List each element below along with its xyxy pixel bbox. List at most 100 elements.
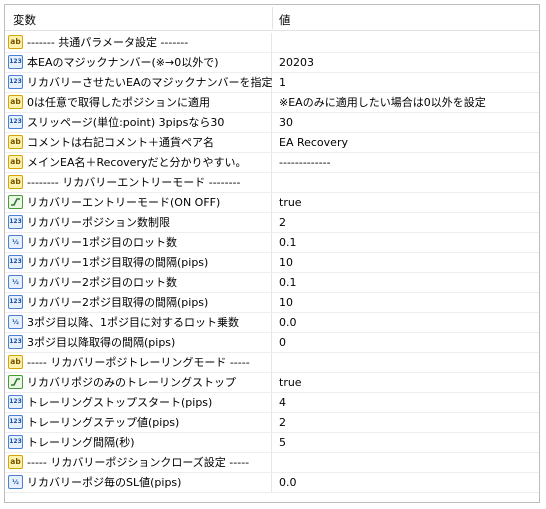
- value-cell[interactable]: 1: [279, 73, 286, 92]
- variable-name: ------- 共通パラメータ設定 -------: [27, 36, 189, 49]
- value-cell[interactable]: 0.1: [279, 233, 297, 252]
- value-cell[interactable]: 30: [279, 113, 293, 132]
- variable-name: リカバリポジのみのトレーリングストップ: [27, 376, 236, 389]
- table-row[interactable]: ab メインEA名＋Recoveryだと分かりやすい。 -------------: [5, 153, 539, 173]
- boolean-type-icon: [8, 195, 23, 209]
- table-row[interactable]: 123 トレーリング間隔(秒) 5: [5, 433, 539, 453]
- table-row[interactable]: 123 トレーリングストップスタート(pips) 4: [5, 393, 539, 413]
- variable-cell: 123 リカバリー2ポジ目取得の間隔(pips): [5, 293, 272, 312]
- variable-cell: リカバリポジのみのトレーリングストップ: [5, 373, 272, 392]
- value-cell[interactable]: 4: [279, 393, 286, 412]
- value-cell[interactable]: 20203: [279, 53, 314, 72]
- variable-name: リカバリー1ポジ目取得の間隔(pips): [27, 256, 209, 269]
- variable-name: 0は任意で取得したポジションに適用: [27, 96, 210, 109]
- table-row[interactable]: ½ リカバリー1ポジ目のロット数 0.1: [5, 233, 539, 253]
- table-row[interactable]: ½ リカバリーポジ毎のSL値(pips) 0.0: [5, 473, 539, 493]
- table-row[interactable]: 123 リカバリーさせたいEAのマジックナンバーを指定 1: [5, 73, 539, 93]
- value-cell[interactable]: true: [279, 373, 302, 392]
- string-type-icon: ab: [8, 155, 23, 169]
- variable-cell: 123 リカバリーさせたいEAのマジックナンバーを指定: [5, 73, 272, 92]
- table-row[interactable]: 123 3ポジ目以降取得の間隔(pips) 0: [5, 333, 539, 353]
- variable-cell: 123 本EAのマジックナンバー(※→0以外で): [5, 53, 272, 72]
- variable-cell: 123 トレーリングステップ値(pips): [5, 413, 272, 432]
- table-row[interactable]: 123 本EAのマジックナンバー(※→0以外で) 20203: [5, 53, 539, 73]
- table-row[interactable]: ab ------- 共通パラメータ設定 -------: [5, 33, 539, 53]
- table-row[interactable]: リカバリポジのみのトレーリングストップ true: [5, 373, 539, 393]
- variable-name: トレーリングステップ値(pips): [27, 416, 180, 429]
- variable-cell: ab ------- 共通パラメータ設定 -------: [5, 33, 272, 52]
- variable-name: 本EAのマジックナンバー(※→0以外で): [27, 56, 219, 69]
- column-divider[interactable]: [272, 7, 273, 29]
- value-cell[interactable]: -------------: [279, 153, 331, 172]
- value-cell[interactable]: 0.0: [279, 473, 297, 492]
- value-cell[interactable]: 2: [279, 213, 286, 232]
- table-row[interactable]: ab ----- リカバリーポジションクローズ設定 -----: [5, 453, 539, 473]
- variable-cell: ½ リカバリーポジ毎のSL値(pips): [5, 473, 272, 492]
- variable-name: リカバリーさせたいEAのマジックナンバーを指定: [27, 76, 273, 89]
- variable-name: リカバリー2ポジ目のロット数: [27, 276, 177, 289]
- variable-name: ----- リカバリーポジトレーリングモード -----: [27, 356, 250, 369]
- table-row[interactable]: ½ リカバリー2ポジ目のロット数 0.1: [5, 273, 539, 293]
- double-type-icon: ½: [8, 475, 23, 489]
- variable-cell: 123 トレーリングストップスタート(pips): [5, 393, 272, 412]
- variable-cell: リカバリーエントリーモード(ON OFF): [5, 193, 272, 212]
- value-cell[interactable]: 0: [279, 333, 286, 352]
- variable-cell: 123 3ポジ目以降取得の間隔(pips): [5, 333, 272, 352]
- table-row[interactable]: ab コメントは右記コメント＋通貨ペア名 EA Recovery: [5, 133, 539, 153]
- table-row[interactable]: ½ 3ポジ目以降、1ポジ目に対するロット乗数 0.0: [5, 313, 539, 333]
- variable-cell: ½ リカバリー1ポジ目のロット数: [5, 233, 272, 252]
- value-cell[interactable]: 0.0: [279, 313, 297, 332]
- variable-name: スリッページ(単位:point) 3pipsなら30: [27, 116, 225, 129]
- table-row[interactable]: ab -------- リカバリーエントリーモード --------: [5, 173, 539, 193]
- variable-cell: 123 スリッページ(単位:point) 3pipsなら30: [5, 113, 272, 132]
- column-header-value[interactable]: 値: [279, 12, 291, 28]
- table-row[interactable]: 123 トレーリングステップ値(pips) 2: [5, 413, 539, 433]
- string-type-icon: ab: [8, 355, 23, 369]
- double-type-icon: ½: [8, 275, 23, 289]
- double-type-icon: ½: [8, 235, 23, 249]
- value-cell[interactable]: EA Recovery: [279, 133, 348, 152]
- value-cell[interactable]: ※EAのみに適用したい場合は0以外を設定: [279, 93, 486, 112]
- table-row[interactable]: ab 0は任意で取得したポジションに適用 ※EAのみに適用したい場合は0以外を設定: [5, 93, 539, 113]
- variable-cell: ab 0は任意で取得したポジションに適用: [5, 93, 272, 112]
- string-type-icon: ab: [8, 35, 23, 49]
- integer-type-icon: 123: [8, 295, 23, 309]
- table-row[interactable]: 123 リカバリーポジション数制限 2: [5, 213, 539, 233]
- table-row[interactable]: リカバリーエントリーモード(ON OFF) true: [5, 193, 539, 213]
- variable-cell: ½ リカバリー2ポジ目のロット数: [5, 273, 272, 292]
- value-cell[interactable]: 5: [279, 433, 286, 452]
- string-type-icon: ab: [8, 95, 23, 109]
- value-cell[interactable]: 10: [279, 293, 293, 312]
- integer-type-icon: 123: [8, 255, 23, 269]
- table-row[interactable]: 123 リカバリー1ポジ目取得の間隔(pips) 10: [5, 253, 539, 273]
- value-cell[interactable]: true: [279, 193, 302, 212]
- integer-type-icon: 123: [8, 55, 23, 69]
- integer-type-icon: 123: [8, 115, 23, 129]
- variable-name: リカバリーエントリーモード(ON OFF): [27, 196, 221, 209]
- table-row[interactable]: ab ----- リカバリーポジトレーリングモード -----: [5, 353, 539, 373]
- table-body: ab ------- 共通パラメータ設定 ------- 123 本EAのマジックナン…: [5, 33, 539, 493]
- variable-name: コメントは右記コメント＋通貨ペア名: [27, 136, 214, 149]
- integer-type-icon: 123: [8, 435, 23, 449]
- string-type-icon: ab: [8, 135, 23, 149]
- variable-name: メインEA名＋Recoveryだと分かりやすい。: [27, 156, 247, 169]
- variable-cell: 123 リカバリーポジション数制限: [5, 213, 272, 232]
- variable-cell: ab コメントは右記コメント＋通貨ペア名: [5, 133, 272, 152]
- column-header-variable[interactable]: 変数: [13, 12, 36, 28]
- variable-cell: ab -------- リカバリーエントリーモード --------: [5, 173, 272, 192]
- integer-type-icon: 123: [8, 75, 23, 89]
- value-cell[interactable]: 10: [279, 253, 293, 272]
- variable-cell: ab ----- リカバリーポジションクローズ設定 -----: [5, 453, 272, 472]
- inputs-parameter-table: 変数 値 ab ------- 共通パラメータ設定 ------- 123 本EAのマ…: [4, 4, 540, 503]
- boolean-type-icon: [8, 375, 23, 389]
- string-type-icon: ab: [8, 175, 23, 189]
- variable-name: トレーリングストップスタート(pips): [27, 396, 213, 409]
- variable-name: 3ポジ目以降、1ポジ目に対するロット乗数: [27, 316, 239, 329]
- variable-cell: ab ----- リカバリーポジトレーリングモード -----: [5, 353, 272, 372]
- value-cell[interactable]: 0.1: [279, 273, 297, 292]
- table-row[interactable]: 123 スリッページ(単位:point) 3pipsなら30 30: [5, 113, 539, 133]
- variable-name: リカバリーポジ毎のSL値(pips): [27, 476, 182, 489]
- variable-cell: ab メインEA名＋Recoveryだと分かりやすい。: [5, 153, 272, 172]
- table-row[interactable]: 123 リカバリー2ポジ目取得の間隔(pips) 10: [5, 293, 539, 313]
- value-cell[interactable]: 2: [279, 413, 286, 432]
